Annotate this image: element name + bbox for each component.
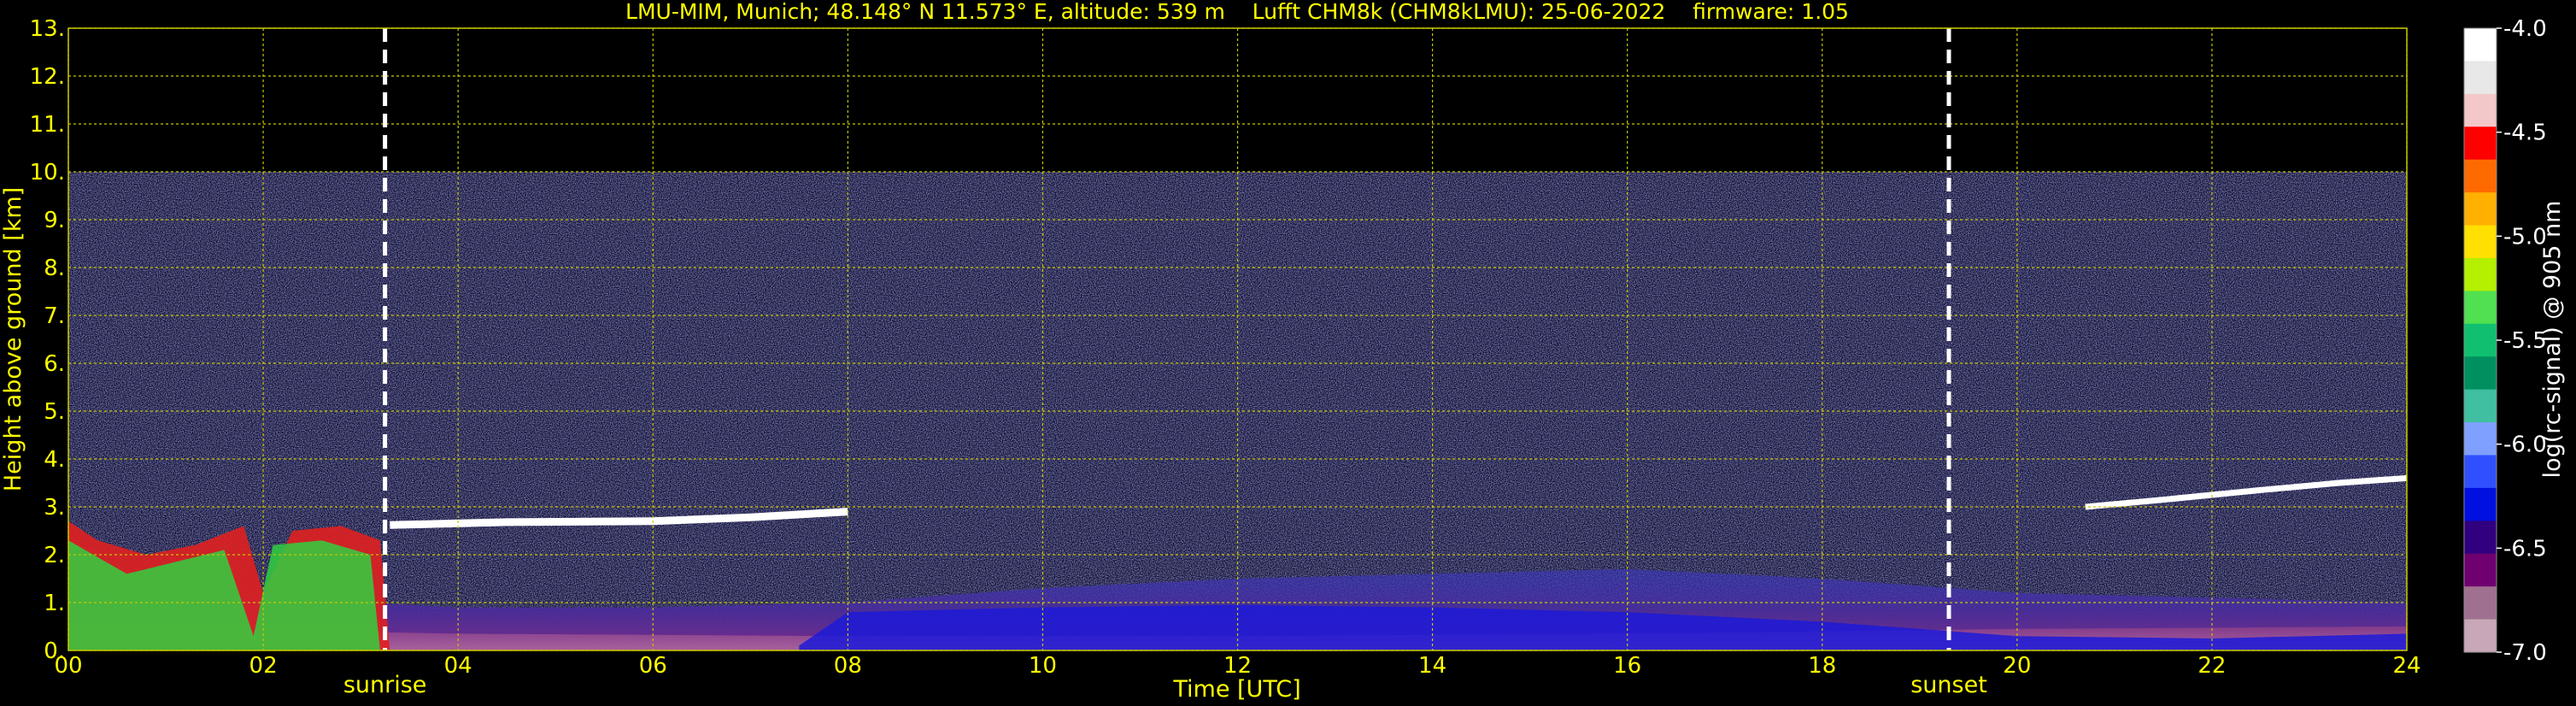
colorbar-swatch	[2464, 521, 2497, 555]
y-tick-label: 11.	[30, 112, 65, 138]
x-tick-label: 14	[1418, 653, 1446, 679]
y-tick-label: 9.	[44, 208, 65, 233]
y-tick-label: 0.	[44, 638, 65, 664]
y-axis-label: Height above ground [km]	[0, 187, 26, 491]
colorbar-tick-label: -4.5	[2503, 121, 2547, 146]
x-tick-label: 08	[834, 653, 862, 679]
colorbar-label: log(rc-signal) @ 905 nm	[2539, 201, 2566, 479]
sunrise-label: sunrise	[343, 672, 427, 698]
y-tick-label: 1.	[44, 591, 65, 616]
y-tick-label: 7.	[44, 303, 65, 329]
x-tick-label: 22	[2198, 653, 2226, 679]
colorbar-swatch	[2464, 619, 2497, 653]
y-tick-label: 4.	[44, 447, 65, 473]
colorbar-swatch	[2464, 356, 2497, 391]
colorbar-swatch	[2464, 422, 2497, 456]
ceilometer-chart: sunrise sunset 00 02 04 06 08 10 12 14 16 18 20 22 24…	[0, 0, 2566, 703]
colorbar-swatch	[2464, 126, 2497, 161]
x-tick-label: 04	[444, 653, 472, 679]
x-tick-label: 06	[639, 653, 667, 679]
colorbar-tick-label: -4.0	[2503, 16, 2547, 42]
colorbar-swatch	[2464, 257, 2497, 291]
y-tick-label: 5.	[44, 399, 65, 425]
y-tick-label: 10.	[30, 160, 65, 185]
y-tick-label: 13.	[30, 16, 65, 42]
colorbar-swatch	[2464, 553, 2497, 587]
colorbar-swatch	[2464, 28, 2497, 62]
x-tick-label: 12	[1223, 653, 1252, 679]
x-tick-label: 20	[2003, 653, 2031, 679]
colorbar-tick-label: -6.5	[2503, 536, 2547, 562]
colorbar-swatch	[2464, 487, 2497, 521]
x-tick-label: 24	[2392, 653, 2421, 679]
colorbar-swatch	[2464, 93, 2497, 127]
x-axis-label: Time [UTC]	[1172, 676, 1300, 703]
colorbar: -4.0-4.5-5.0-5.5-6.0-6.5-7.0	[2463, 16, 2547, 666]
colorbar-swatch	[2464, 323, 2497, 357]
colorbar-swatch	[2464, 225, 2497, 259]
chart-title: LMU-MIM, Munich; 48.148° N 11.573° E, al…	[625, 0, 1849, 24]
y-tick-labels: 0. 1. 2. 3. 4. 5. 6. 7. 8. 9. 10. 11. 12. 13.	[30, 16, 65, 664]
x-tick-label: 16	[1613, 653, 1641, 679]
x-tick-label: 18	[1808, 653, 1836, 679]
y-tick-label: 3.	[44, 495, 65, 521]
colorbar-swatch	[2464, 192, 2497, 227]
sunset-label: sunset	[1910, 672, 1987, 698]
y-tick-label: 6.	[44, 351, 65, 377]
colorbar-swatch	[2464, 389, 2497, 423]
x-tick-label: 10	[1029, 653, 1057, 679]
colorbar-swatch	[2464, 61, 2497, 95]
y-tick-label: 12.	[30, 64, 65, 90]
colorbar-tick-label: -7.0	[2503, 640, 2547, 666]
y-tick-label: 8.	[44, 256, 65, 281]
colorbar-swatch	[2464, 586, 2497, 621]
x-tick-label: 02	[249, 653, 278, 679]
colorbar-swatch	[2464, 159, 2497, 193]
y-tick-label: 2.	[44, 543, 65, 568]
colorbar-swatch	[2464, 291, 2497, 325]
colorbar-swatch	[2464, 455, 2497, 489]
